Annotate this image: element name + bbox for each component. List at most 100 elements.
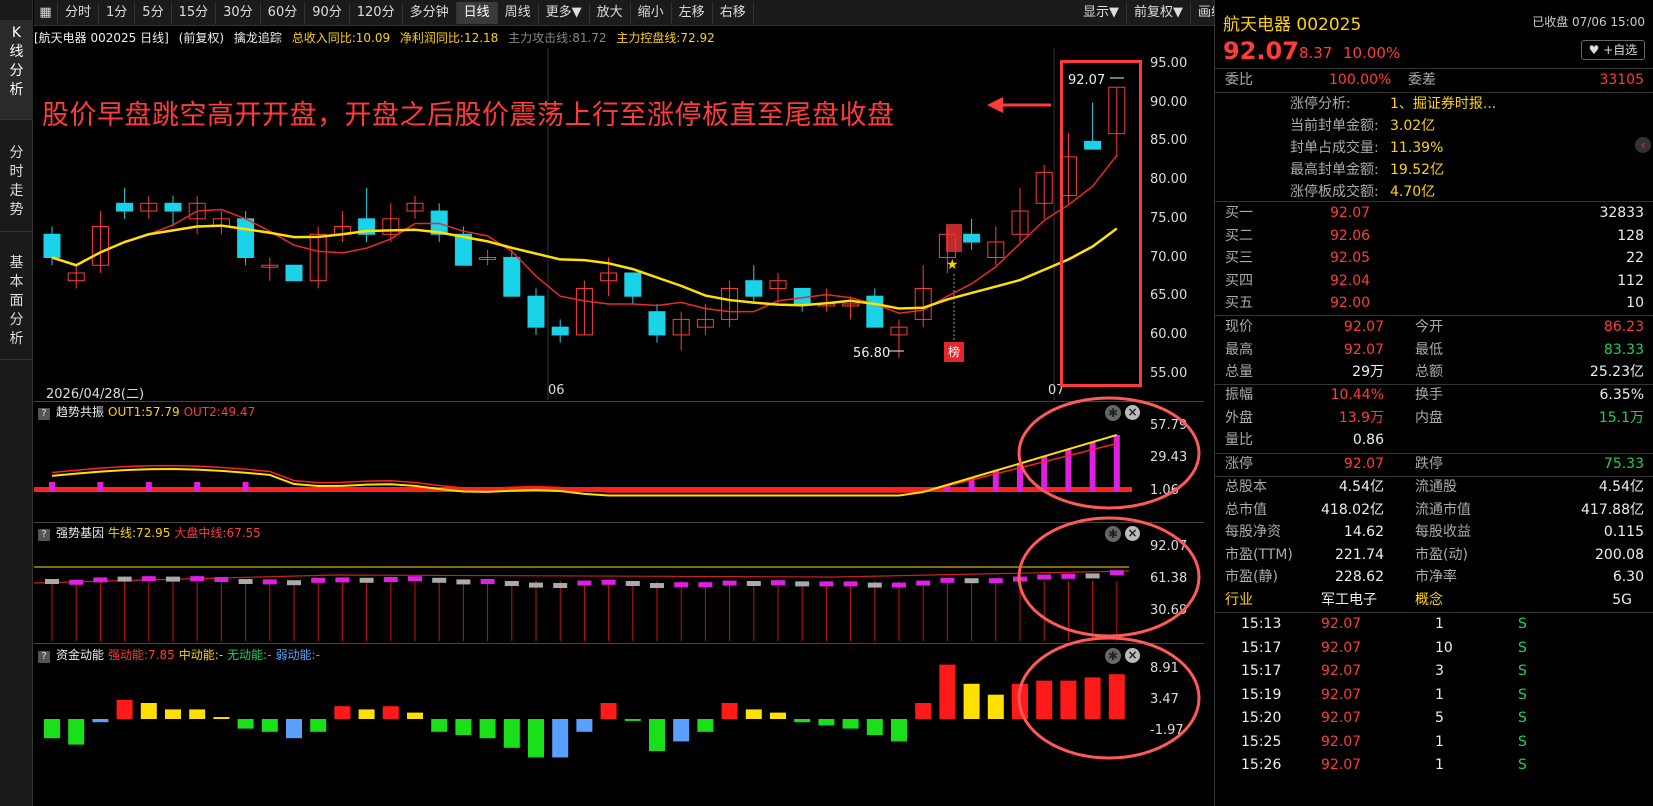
tick-row: 15:17 92.07 3 S xyxy=(1215,660,1653,683)
tick-volume: 5 xyxy=(1435,710,1444,726)
help-icon[interactable]: ? xyxy=(38,408,50,420)
toolbar-btn-14[interactable]: 左移 xyxy=(672,1,713,24)
momentum-bar xyxy=(165,709,181,719)
tick-time: 15:17 xyxy=(1241,663,1282,679)
stat-key: 市净率 xyxy=(1415,569,1457,586)
out1-line xyxy=(51,434,1118,497)
tick-side: S xyxy=(1518,757,1527,773)
bid-row: 买三 92.05 22 xyxy=(1215,247,1653,270)
toolbar-btn-3[interactable]: 15分 xyxy=(172,1,217,24)
toolbar-btn-7[interactable]: 120分 xyxy=(350,1,403,24)
stat-key: 每股收益 xyxy=(1415,524,1471,541)
toolbar-right-btn-0[interactable]: 显示▼ xyxy=(1076,1,1127,24)
toolbar-btn-12[interactable]: 放大 xyxy=(590,1,631,24)
bid-volume: 32833 xyxy=(1599,205,1644,221)
grid-icon[interactable]: ▦ xyxy=(34,1,58,24)
tab-fundamentals[interactable]: 基 本 面 分 析 xyxy=(0,250,33,360)
tick-side: S xyxy=(1518,733,1527,750)
candle-body xyxy=(963,233,981,243)
stat-row: 总市值 418.02亿 流通市值 417.88亿 xyxy=(1215,499,1653,522)
limit-key: 最高封单金额: xyxy=(1290,162,1379,178)
tick-side: S xyxy=(1518,639,1527,656)
stat-key: 现价 xyxy=(1225,319,1253,335)
tick-time: 15:13 xyxy=(1241,616,1282,632)
gene-block xyxy=(359,577,374,583)
indicator-name[interactable]: 擒龙追踪 xyxy=(234,31,282,45)
candle-body xyxy=(503,257,521,297)
stat-key: 市盈(TTM) xyxy=(1225,546,1293,563)
help-icon[interactable]: ? xyxy=(38,529,50,541)
tab-kline-analysis[interactable]: K 线 分 析 xyxy=(0,20,33,120)
profit-yoy: 净利润同比:12.18 xyxy=(399,31,499,45)
tick-price: 92.07 xyxy=(1321,686,1362,703)
toolbar-btn-0[interactable]: 分时 xyxy=(58,1,100,24)
add-watchlist-button[interactable]: ♥ +自选 xyxy=(1581,40,1645,60)
revenue-yoy: 总收入同比:10.09 xyxy=(291,31,391,45)
pane3-title: ? 资金动能 强动能:7.85 中动能:- 无动能:- 弱动能:- xyxy=(34,646,324,664)
bid-label: 买三 xyxy=(1225,250,1253,267)
collapse-arrow-icon[interactable]: ‹ xyxy=(1635,137,1651,153)
toolbar-btn-6[interactable]: 90分 xyxy=(305,1,350,24)
stat-row: 市盈(静) 228.62 市净率 6.30 xyxy=(1215,566,1653,589)
stat-value: 417.88亿 xyxy=(1581,501,1644,518)
price-tick: 90.00 xyxy=(1150,94,1188,110)
gene-block xyxy=(190,576,205,582)
toolbar-btn-5[interactable]: 60分 xyxy=(261,1,306,24)
ranking-badge[interactable]: 榜 xyxy=(944,342,964,362)
stat-key: 流通股 xyxy=(1415,479,1457,495)
toolbar-btn-4[interactable]: 30分 xyxy=(216,1,261,24)
momentum-bar xyxy=(963,683,980,719)
candle-body xyxy=(43,233,61,258)
momentum-bar xyxy=(68,719,85,745)
help-icon[interactable]: ? xyxy=(38,651,50,663)
momentum-bar xyxy=(310,719,327,732)
momentum-bar xyxy=(213,717,230,719)
gene-block xyxy=(819,581,834,587)
candle-body xyxy=(624,272,642,297)
stat-row: 涨停 92.07 跌停 75.33 xyxy=(1215,453,1653,476)
momentum-bar xyxy=(649,719,665,751)
chart-info-line: [航天电器 002025 日线] (前复权) 擒龙追踪 总收入同比:10.09 … xyxy=(34,28,1204,48)
stock-name: 航天电器 002025 xyxy=(1223,15,1362,35)
limit-value: 3.02亿 xyxy=(1390,118,1436,134)
gene-block xyxy=(746,581,761,586)
annotation-text: 股价早盘跳空高开开盘，开盘之后股价震荡上行至涨停板直至尾盘收盘 xyxy=(42,100,895,131)
momentum-bar xyxy=(673,719,690,742)
low-price-label: 56.80 xyxy=(853,346,891,361)
momentum-bar xyxy=(189,709,206,719)
toolbar-btn-8[interactable]: 多分钟 xyxy=(403,1,457,24)
tick-row: 15:13 92.07 1 S xyxy=(1215,613,1653,636)
tick-time: 15:25 xyxy=(1241,733,1282,750)
stat-key: 跌停 xyxy=(1415,456,1443,472)
toolbar-btn-9[interactable]: 日线 xyxy=(456,1,498,24)
stat-value: 92.07 xyxy=(1343,341,1384,358)
momentum-bar xyxy=(92,719,109,723)
toolbar-right-btn-1[interactable]: 前复权▼ xyxy=(1127,1,1191,24)
price-tick: 95.00 xyxy=(1150,56,1188,71)
candle-body xyxy=(116,202,134,212)
gene-block xyxy=(529,582,543,588)
toolbar-btn-13[interactable]: 缩小 xyxy=(631,1,672,24)
tick-time: 15:19 xyxy=(1241,686,1282,703)
toolbar-btn-15[interactable]: 右移 xyxy=(713,1,754,24)
stat-key: 振幅 xyxy=(1225,387,1253,403)
toolbar-btn-1[interactable]: 1分 xyxy=(99,1,136,24)
resonance-bar xyxy=(49,482,55,492)
bid-row: 买五 92.00 10 xyxy=(1215,292,1653,315)
tab-intraday[interactable]: 分 时 走 势 xyxy=(0,140,33,232)
stat-value: 228.62 xyxy=(1335,569,1384,586)
star-icon: ★ xyxy=(946,257,959,273)
toolbar-btn-11[interactable]: 更多▼ xyxy=(539,1,590,24)
toolbar-btn-10[interactable]: 周线 xyxy=(498,1,539,24)
gene-block xyxy=(456,579,471,585)
bid-volume: 10 xyxy=(1626,295,1644,312)
gene-block xyxy=(504,581,519,586)
price-tick: 75.00 xyxy=(1150,210,1188,226)
date-start: 2026/04/28(二) xyxy=(46,387,145,402)
toolbar-btn-2[interactable]: 5分 xyxy=(135,1,172,24)
momentum-bar xyxy=(334,706,351,719)
tick-time: 15:17 xyxy=(1241,639,1282,656)
limit-value: 11.39% xyxy=(1390,140,1444,156)
tick-price: 92.07 xyxy=(1321,733,1362,750)
price-tick: 80.00 xyxy=(1150,172,1188,188)
